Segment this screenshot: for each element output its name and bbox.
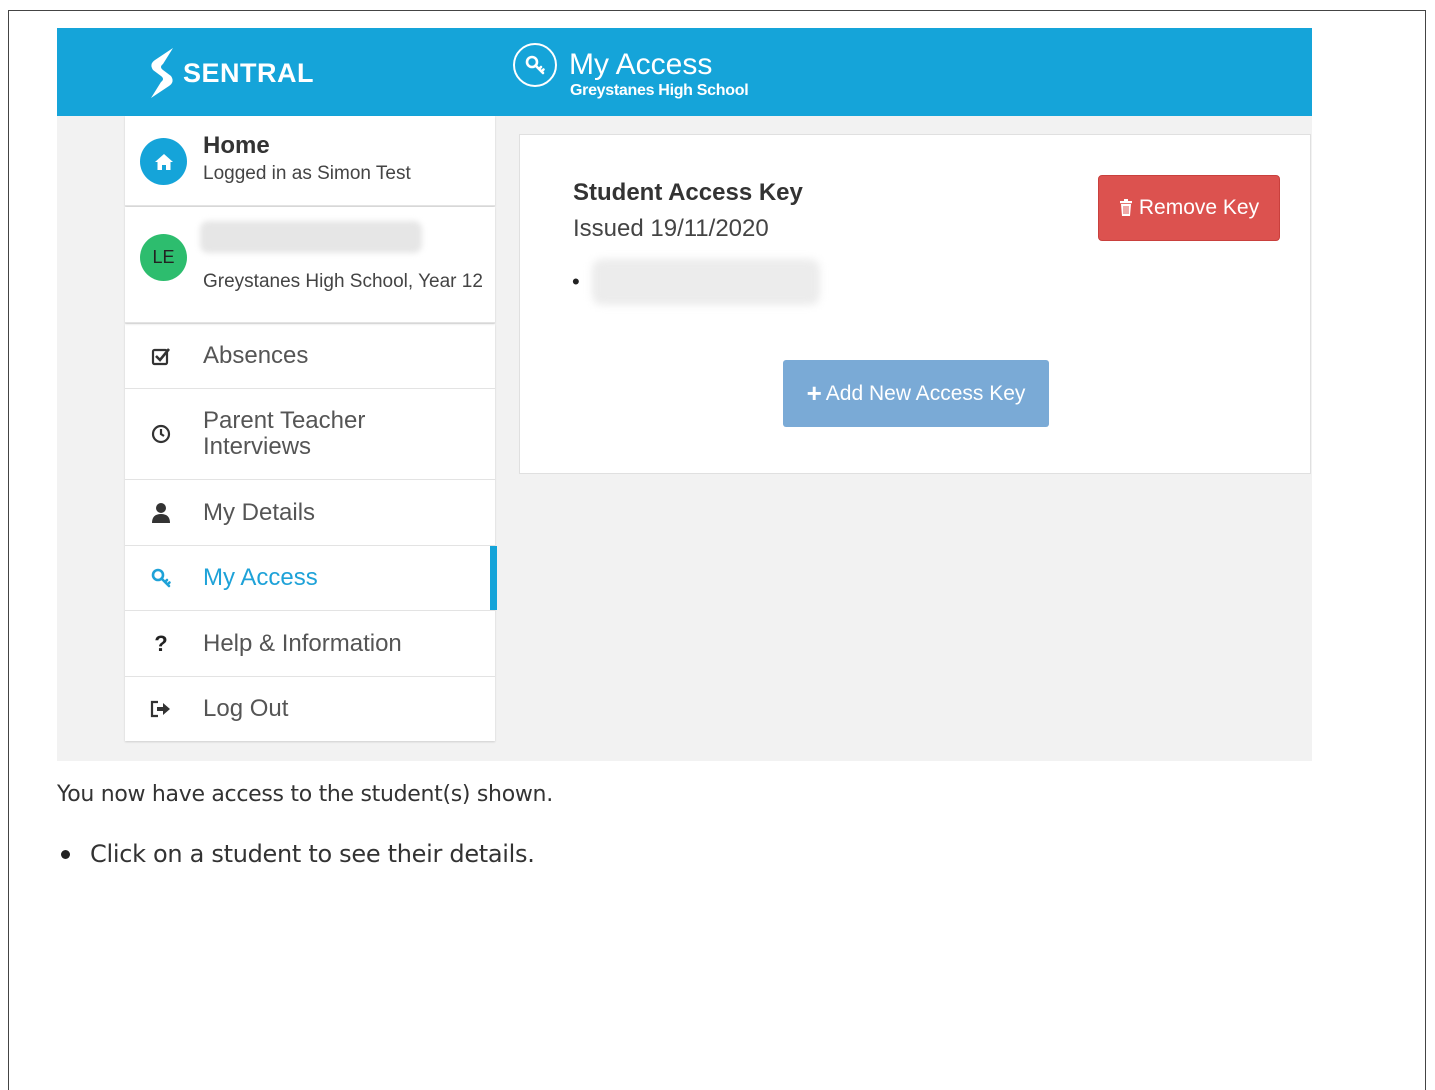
- sidebar-item-my-details[interactable]: My Details: [125, 480, 495, 546]
- remove-key-label: Remove Key: [1138, 196, 1260, 219]
- home-title: Home: [203, 132, 270, 159]
- student-avatar: LE: [140, 234, 187, 281]
- key-icon: [149, 566, 173, 590]
- key-icon: [513, 43, 557, 87]
- sidebar-item-parent-teacher-interviews[interactable]: Parent Teacher Interviews: [125, 389, 495, 480]
- sidebar-item-label: My Details: [203, 498, 316, 526]
- brand-name: SENTRAL: [183, 57, 314, 88]
- sidebar-item-label: Help & Information: [203, 629, 402, 657]
- user-icon: [149, 501, 173, 525]
- school-name: Greystanes High School: [570, 82, 749, 99]
- question-icon: ?: [154, 630, 168, 656]
- sidebar-item-help-information[interactable]: ? Help & Information: [125, 611, 495, 677]
- student-school: Greystanes High School, Year 12: [203, 271, 483, 292]
- access-key-title: Student Access Key: [573, 179, 803, 206]
- add-access-key-button[interactable]: + Add New Access Key: [783, 360, 1049, 427]
- student-redacted[interactable]: [592, 259, 820, 305]
- bullet-dot: [61, 849, 70, 859]
- sidebar-item-label: Parent Teacher Interviews: [203, 407, 366, 460]
- clock-icon: [149, 422, 173, 446]
- student-card[interactable]: LE Greystanes High School, Year 12: [125, 207, 495, 323]
- logged-in-as: Logged in as Simon Test: [203, 163, 411, 184]
- sidebar: Home Logged in as Simon Test LE Greystan…: [125, 116, 497, 741]
- sidebar-item-label: My Access: [203, 564, 318, 591]
- sentral-app: SENTRAL My Access Greystanes High School…: [57, 28, 1312, 761]
- sidebar-item-label: Log Out: [203, 695, 289, 722]
- top-bar: SENTRAL My Access Greystanes High School: [57, 28, 1312, 116]
- instruction-list-item: Click on a student to see their details.: [57, 840, 535, 868]
- student-name-redacted: [200, 221, 422, 253]
- sentral-logo-icon: [151, 48, 173, 98]
- sidebar-item-log-out[interactable]: Log Out: [125, 677, 495, 741]
- list-bullet: •: [572, 269, 580, 294]
- add-access-key-label: Add New Access Key: [825, 381, 1026, 405]
- sidebar-home[interactable]: Home Logged in as Simon Test: [125, 116, 495, 206]
- sentral-logo[interactable]: SENTRAL: [147, 46, 314, 100]
- remove-key-button[interactable]: Remove Key: [1098, 175, 1280, 241]
- sidebar-item-label: Absences: [203, 342, 309, 369]
- home-icon: [140, 138, 187, 185]
- instruction-text: Click on a student to see their details.: [90, 840, 535, 868]
- sidebar-item-my-access[interactable]: My Access: [125, 546, 497, 611]
- page-title: My Access: [569, 48, 713, 81]
- access-key-issued-date: Issued 19/11/2020: [573, 215, 769, 242]
- checkbox-icon: [149, 344, 173, 368]
- sidebar-item-absences[interactable]: Absences: [125, 324, 495, 389]
- trash-icon: [1119, 199, 1132, 216]
- access-key-panel: Student Access Key Issued 19/11/2020 • R…: [519, 134, 1311, 474]
- access-note: You now have access to the student(s) sh…: [57, 782, 553, 807]
- sidebar-menu: Absences Parent Teacher Interviews My De…: [125, 324, 497, 741]
- plus-icon: +: [806, 378, 822, 408]
- logout-icon: [149, 697, 173, 721]
